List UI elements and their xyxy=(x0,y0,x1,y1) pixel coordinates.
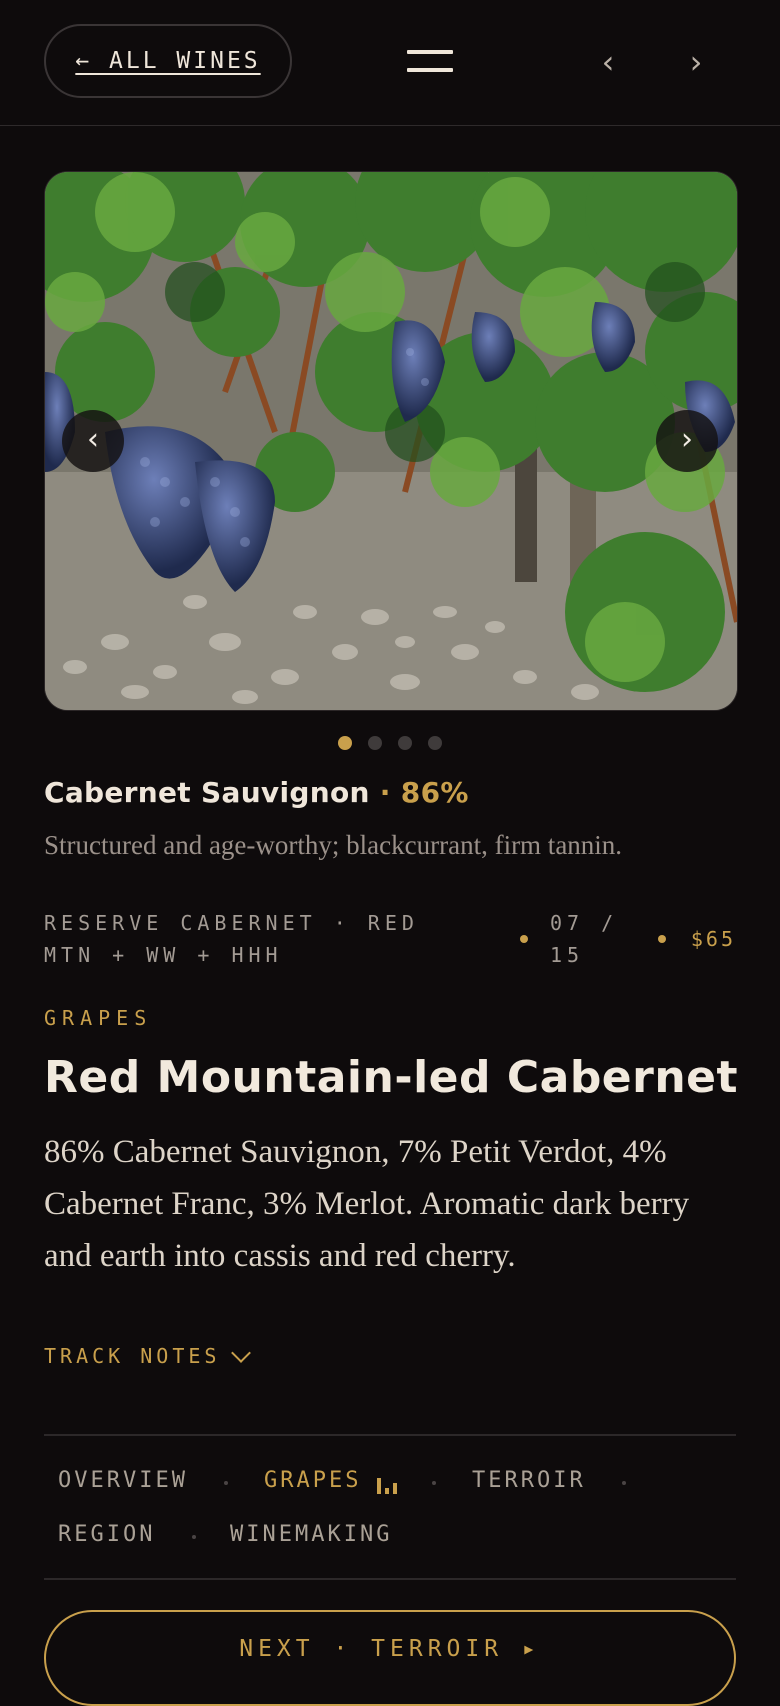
meta-separator-dot xyxy=(658,935,666,943)
bar-chart-icon xyxy=(377,1478,397,1494)
vineyard-photo xyxy=(44,171,738,711)
tab-grapes[interactable]: GRAPES xyxy=(264,1468,361,1493)
tab-region[interactable]: REGION xyxy=(58,1522,155,1547)
chevron-down-icon xyxy=(231,1343,252,1363)
tab-separator xyxy=(192,1535,196,1539)
next-section-label: NEXT · TERROIR ▸ xyxy=(239,1636,541,1662)
grape-name: Cabernet Sauvignon xyxy=(44,776,370,809)
grape-separator: · xyxy=(369,776,401,809)
wine-vintage: 07 / 15 xyxy=(550,911,619,967)
carousel-dot[interactable] xyxy=(428,736,442,750)
wine-meta: RESERVE CABERNET · RED MTN + WW + HHH 07… xyxy=(44,907,736,969)
track-notes-label: TRACK NOTES xyxy=(44,1344,221,1368)
tab-separator xyxy=(224,1481,228,1485)
carousel-dot[interactable] xyxy=(398,736,412,750)
tab-terroir[interactable]: TERROIR xyxy=(472,1468,586,1493)
next-wine-button[interactable]: › xyxy=(681,42,711,82)
top-bar: ← ALL WINES ‹ › xyxy=(0,0,780,126)
section-headline: Red Mountain-led Cabernet xyxy=(44,1052,739,1103)
tab-separator xyxy=(622,1481,626,1485)
carousel-dot[interactable] xyxy=(368,736,382,750)
previous-wine-button[interactable]: ‹ xyxy=(593,42,623,82)
wine-price: $65 xyxy=(690,927,736,951)
carousel-prev-button[interactable]: ‹ xyxy=(62,410,124,472)
carousel-indicator xyxy=(338,736,442,750)
section-tabs: OVERVIEW GRAPES TERROIR REGION WINEMAKIN… xyxy=(44,1434,736,1580)
wine-name: RESERVE CABERNET · RED MTN + WW + HHH xyxy=(44,911,419,967)
next-section-button[interactable]: NEXT · TERROIR ▸ xyxy=(44,1610,736,1706)
section-eyebrow: GRAPES xyxy=(44,1006,153,1030)
section-body: 86% Cabernet Sauvignon, 7% Petit Verdot,… xyxy=(44,1134,690,1274)
all-wines-button[interactable]: ← ALL WINES xyxy=(44,24,292,98)
grape-title: Cabernet Sauvignon · 86% xyxy=(44,776,469,809)
tab-separator xyxy=(432,1481,436,1485)
carousel-next-button[interactable]: › xyxy=(656,410,718,472)
tab-overview[interactable]: OVERVIEW xyxy=(58,1468,188,1493)
tab-winemaking[interactable]: WINEMAKING xyxy=(230,1522,392,1547)
menu-icon[interactable] xyxy=(407,50,453,72)
grape-description: Structured and age-worthy; blackcurrant,… xyxy=(44,830,623,860)
track-notes-toggle[interactable]: TRACK NOTES xyxy=(44,1343,252,1368)
meta-separator-dot xyxy=(520,935,528,943)
grape-percent: 86% xyxy=(400,776,469,809)
carousel-dot[interactable] xyxy=(338,736,352,750)
